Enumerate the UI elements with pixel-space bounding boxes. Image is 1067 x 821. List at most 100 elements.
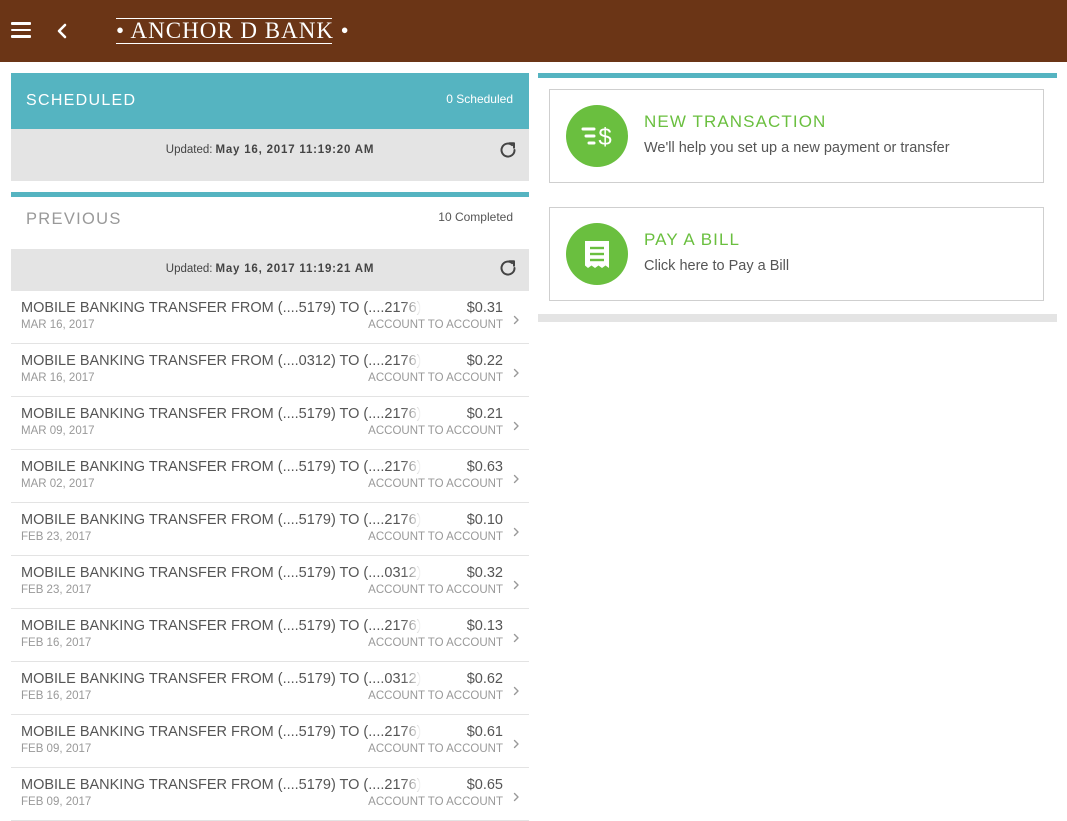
actions-panel: $ NEW TRANSACTION We'll help you set up … bbox=[538, 73, 1057, 322]
transaction-description-text: MOBILE BANKING TRANSFER FROM (....5179) … bbox=[21, 777, 422, 793]
scheduled-count: 0 Scheduled bbox=[446, 92, 513, 106]
scheduled-updated-bar: Updated: May 16, 2017 11:19:20 AM bbox=[11, 129, 529, 181]
updated-timestamp: May 16, 2017 11:19:20 AM bbox=[215, 144, 375, 156]
transaction-type: ACCOUNT TO ACCOUNT bbox=[368, 372, 503, 384]
transaction-description: MOBILE BANKING TRANSFER FROM (....5179) … bbox=[21, 406, 421, 422]
transaction-type: ACCOUNT TO ACCOUNT bbox=[368, 637, 503, 649]
bill-receipt-icon bbox=[566, 223, 628, 285]
transaction-description: MOBILE BANKING TRANSFER FROM (....5179) … bbox=[21, 777, 461, 793]
transaction-date: FEB 23, 2017 bbox=[21, 584, 92, 596]
refresh-icon[interactable] bbox=[498, 140, 518, 160]
transaction-type: ACCOUNT TO ACCOUNT bbox=[368, 531, 503, 543]
transaction-amount: $0.31 bbox=[466, 300, 503, 316]
transaction-type: ACCOUNT TO ACCOUNT bbox=[368, 478, 503, 490]
transaction-amount: $0.65 bbox=[466, 777, 503, 793]
transaction-row[interactable]: MOBILE BANKING TRANSFER FROM (....5179) … bbox=[11, 450, 529, 503]
chevron-right-icon bbox=[513, 577, 520, 590]
new-transaction-subtitle: We'll help you set up a new payment or t… bbox=[644, 140, 950, 156]
transaction-row[interactable]: MOBILE BANKING TRANSFER FROM (....5179) … bbox=[11, 291, 529, 344]
transaction-date: FEB 09, 2017 bbox=[21, 796, 92, 808]
transaction-description: MOBILE BANKING TRANSFER FROM (....5179) … bbox=[21, 565, 421, 581]
transaction-type: ACCOUNT TO ACCOUNT bbox=[368, 584, 503, 596]
transaction-row[interactable]: MOBILE BANKING TRANSFER FROM (....5179) … bbox=[11, 662, 529, 715]
transaction-amount: $0.22 bbox=[466, 353, 503, 369]
transaction-amount: $0.10 bbox=[466, 512, 503, 528]
transaction-amount: $0.13 bbox=[466, 618, 503, 634]
scheduled-header: SCHEDULED 0 Scheduled bbox=[11, 73, 529, 129]
top-bar: • ANCHOR D BANK • bbox=[0, 0, 1067, 62]
chevron-right-icon bbox=[513, 789, 520, 802]
pay-bill-subtitle: Click here to Pay a Bill bbox=[644, 258, 790, 274]
updated-timestamp: May 16, 2017 11:19:21 AM bbox=[215, 263, 375, 275]
chevron-right-icon bbox=[513, 312, 520, 325]
svg-text:$: $ bbox=[598, 124, 611, 151]
transaction-date: FEB 16, 2017 bbox=[21, 637, 92, 649]
bank-logo: • ANCHOR D BANK • bbox=[116, 18, 350, 44]
pay-bill-title: PAY A BILL bbox=[644, 230, 741, 249]
chevron-right-icon bbox=[513, 471, 520, 484]
updated-label: Updated: bbox=[165, 144, 213, 156]
transaction-date: MAR 02, 2017 bbox=[21, 478, 95, 490]
transaction-description-text: MOBILE BANKING TRANSFER FROM (....5179) … bbox=[21, 406, 422, 422]
transaction-row[interactable]: MOBILE BANKING TRANSFER FROM (....5179) … bbox=[11, 715, 529, 768]
transaction-amount: $0.63 bbox=[466, 459, 503, 475]
transaction-date: MAR 09, 2017 bbox=[21, 425, 95, 437]
chevron-right-icon bbox=[513, 524, 520, 537]
transaction-row[interactable]: MOBILE BANKING TRANSFER FROM (....5179) … bbox=[11, 397, 529, 450]
transaction-description-text: MOBILE BANKING TRANSFER FROM (....5179) … bbox=[21, 565, 422, 581]
chevron-right-icon bbox=[513, 418, 520, 431]
transaction-row[interactable]: MOBILE BANKING TRANSFER FROM (....5179) … bbox=[11, 503, 529, 556]
transaction-type: ACCOUNT TO ACCOUNT bbox=[368, 796, 503, 808]
transaction-type: ACCOUNT TO ACCOUNT bbox=[368, 690, 503, 702]
transaction-amount: $0.61 bbox=[466, 724, 503, 740]
new-transaction-title: NEW TRANSACTION bbox=[644, 112, 827, 131]
transaction-date: FEB 09, 2017 bbox=[21, 743, 92, 755]
transaction-description: MOBILE BANKING TRANSFER FROM (....5179) … bbox=[21, 724, 461, 740]
transaction-date: MAR 16, 2017 bbox=[21, 372, 95, 384]
transaction-row[interactable]: MOBILE BANKING TRANSFER FROM (....5179) … bbox=[11, 768, 529, 821]
transaction-description: MOBILE BANKING TRANSFER FROM (....0312) … bbox=[21, 353, 421, 369]
transaction-description-text: MOBILE BANKING TRANSFER FROM (....0312) … bbox=[21, 353, 422, 369]
transaction-type: ACCOUNT TO ACCOUNT bbox=[368, 319, 503, 331]
transaction-date: MAR 16, 2017 bbox=[21, 319, 95, 331]
previous-title: PREVIOUS bbox=[26, 210, 122, 228]
pay-bill-card[interactable]: PAY A BILL Click here to Pay a Bill bbox=[549, 207, 1044, 301]
transaction-description-text: MOBILE BANKING TRANSFER FROM (....5179) … bbox=[21, 618, 422, 634]
transaction-amount: $0.62 bbox=[466, 671, 503, 687]
transaction-row[interactable]: MOBILE BANKING TRANSFER FROM (....5179) … bbox=[11, 556, 529, 609]
transaction-description-text: MOBILE BANKING TRANSFER FROM (....5179) … bbox=[21, 671, 422, 687]
transaction-type: ACCOUNT TO ACCOUNT bbox=[368, 425, 503, 437]
back-chevron-icon[interactable] bbox=[54, 21, 72, 41]
transaction-description: MOBILE BANKING TRANSFER FROM (....5179) … bbox=[21, 300, 421, 316]
transfer-dollar-icon: $ bbox=[566, 105, 628, 167]
updated-label: Updated: bbox=[165, 263, 213, 275]
activity-column: SCHEDULED 0 Scheduled Updated: May 16, 20… bbox=[11, 73, 529, 821]
transaction-list: MOBILE BANKING TRANSFER FROM (....5179) … bbox=[11, 291, 529, 821]
transaction-description: MOBILE BANKING TRANSFER FROM (....5179) … bbox=[21, 618, 421, 634]
chevron-right-icon bbox=[513, 365, 520, 378]
scheduled-updated-text: Updated: May 16, 2017 11:19:20 AM bbox=[11, 144, 529, 156]
transaction-amount: $0.21 bbox=[466, 406, 503, 422]
refresh-icon[interactable] bbox=[498, 258, 518, 278]
transaction-amount: $0.32 bbox=[466, 565, 503, 581]
transaction-description-text: MOBILE BANKING TRANSFER FROM (....5179) … bbox=[21, 724, 422, 740]
transaction-description: MOBILE BANKING TRANSFER FROM (....5179) … bbox=[21, 459, 421, 475]
transaction-date: FEB 23, 2017 bbox=[21, 531, 92, 543]
transaction-type: ACCOUNT TO ACCOUNT bbox=[368, 743, 503, 755]
new-transaction-card[interactable]: $ NEW TRANSACTION We'll help you set up … bbox=[549, 89, 1044, 183]
previous-count: 10 Completed bbox=[438, 210, 513, 224]
hamburger-menu-icon[interactable] bbox=[11, 22, 31, 38]
transaction-row[interactable]: MOBILE BANKING TRANSFER FROM (....0312) … bbox=[11, 344, 529, 397]
chevron-right-icon bbox=[513, 630, 520, 643]
transaction-description: MOBILE BANKING TRANSFER FROM (....5179) … bbox=[21, 671, 461, 687]
transaction-description-text: MOBILE BANKING TRANSFER FROM (....5179) … bbox=[21, 512, 422, 528]
chevron-right-icon bbox=[513, 683, 520, 696]
chevron-right-icon bbox=[513, 736, 520, 749]
transaction-description-text: MOBILE BANKING TRANSFER FROM (....5179) … bbox=[21, 459, 422, 475]
previous-updated-text: Updated: May 16, 2017 11:19:21 AM bbox=[11, 263, 529, 275]
transaction-date: FEB 16, 2017 bbox=[21, 690, 92, 702]
previous-header: PREVIOUS 10 Completed bbox=[11, 192, 529, 249]
transaction-row[interactable]: MOBILE BANKING TRANSFER FROM (....5179) … bbox=[11, 609, 529, 662]
scheduled-title: SCHEDULED bbox=[26, 92, 137, 109]
previous-updated-bar: Updated: May 16, 2017 11:19:21 AM bbox=[11, 249, 529, 291]
